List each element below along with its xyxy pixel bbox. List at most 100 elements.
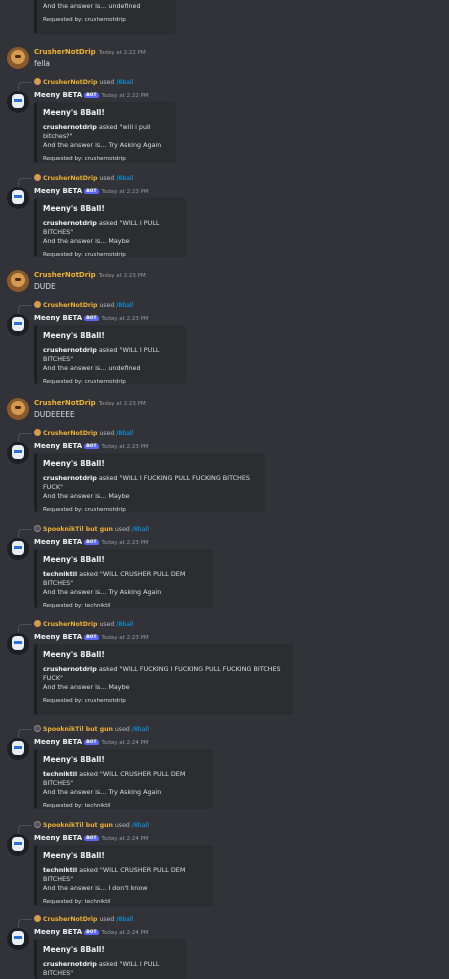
embed-title: Meeny's 8Ball! (43, 851, 105, 860)
message-embed-partial: And the answer is... undefined Requested… (34, 0, 176, 34)
embed-answer: And the answer is... undefined (43, 364, 141, 372)
message-author[interactable]: CrusherNotDrip (34, 271, 96, 279)
embed-answer: And the answer is... undefined (43, 2, 141, 10)
embed-answer: And the answer is... Try Asking Again (43, 141, 162, 149)
reply-avatar (34, 429, 41, 436)
reply-used-text: used (114, 726, 130, 733)
embed-asker: crushernotdrip (43, 960, 97, 968)
avatar[interactable] (7, 834, 29, 856)
message-author[interactable]: Meeny BETA (34, 633, 82, 641)
reply-username[interactable]: CrusherNotDrip (43, 621, 97, 628)
avatar[interactable] (7, 270, 29, 292)
message-author[interactable]: Meeny BETA (34, 187, 82, 195)
embed-asker: techniktil (43, 866, 78, 874)
bot-tag: BOT (84, 444, 99, 449)
embed-asker: techniktil (43, 770, 78, 778)
avatar[interactable] (7, 47, 29, 69)
embed-title: Meeny's 8Ball! (43, 555, 105, 564)
message-author[interactable]: Meeny BETA (34, 538, 82, 546)
slash-command-link[interactable]: /8ball (116, 430, 133, 437)
reply-reference[interactable]: SpooknikTil but gun used /8ball (18, 725, 149, 738)
reply-username[interactable]: SpooknikTil but gun (43, 822, 113, 829)
message-timestamp: Today at 2:24 PM (101, 836, 149, 842)
embed-asker: crushernotdrip (43, 346, 97, 354)
message-author[interactable]: CrusherNotDrip (34, 48, 96, 56)
avatar[interactable] (7, 187, 29, 209)
message-embed: Meeny's 8Ball! crushernotdrip asked "WIL… (34, 453, 265, 513)
reply-reference[interactable]: SpooknikTil but gun used /8ball (18, 821, 149, 834)
message-content: DUDE (34, 282, 56, 291)
embed-footer: Requested by: techniktil (43, 603, 111, 609)
bot-tag: BOT (84, 740, 99, 745)
embed-title: Meeny's 8Ball! (43, 204, 105, 213)
message-embed: Meeny's 8Ball! crushernotdrip asked "WIL… (34, 198, 186, 258)
message-content: DUDEEEEE (34, 410, 75, 419)
slash-command-link[interactable]: /8ball (116, 79, 133, 86)
embed-title: Meeny's 8Ball! (43, 650, 105, 659)
avatar[interactable] (7, 314, 29, 336)
slash-command-link[interactable]: /8ball (116, 621, 133, 628)
slash-command-link[interactable]: /8ball (116, 916, 133, 923)
message-timestamp: Today at 2:23 PM (101, 635, 149, 641)
reply-avatar (34, 301, 41, 308)
embed-title: Meeny's 8Ball! (43, 331, 105, 340)
embed-asker: crushernotdrip (43, 474, 97, 482)
embed-answer: And the answer is... Maybe (43, 683, 130, 691)
slash-command-link[interactable]: /8ball (132, 726, 149, 733)
reply-reference[interactable]: SpooknikTil but gun used /8ball (18, 525, 149, 538)
message-embed: Meeny's 8Ball! crushernotdrip asked "WIL… (34, 644, 294, 715)
reply-username[interactable]: CrusherNotDrip (43, 916, 97, 923)
avatar[interactable] (7, 398, 29, 420)
reply-avatar (34, 78, 41, 85)
message-timestamp: Today at 2:23 PM (101, 189, 149, 195)
embed-asker: crushernotdrip (43, 123, 97, 131)
embed-answer: And the answer is... Maybe (43, 237, 130, 245)
reply-reference[interactable]: CrusherNotDrip used /8ball (18, 620, 133, 633)
embed-answer: And the answer is... Try Asking Again (43, 788, 162, 796)
bot-tag: BOT (84, 540, 99, 545)
message-author[interactable]: Meeny BETA (34, 928, 82, 936)
message-timestamp: Today at 2:23 PM (98, 273, 146, 279)
avatar[interactable] (7, 442, 29, 464)
avatar[interactable] (7, 633, 29, 655)
reply-username[interactable]: CrusherNotDrip (43, 79, 97, 86)
reply-username[interactable]: CrusherNotDrip (43, 430, 97, 437)
avatar[interactable] (7, 91, 29, 113)
message-author[interactable]: CrusherNotDrip (34, 399, 96, 407)
reply-avatar (34, 620, 41, 627)
message-timestamp: Today at 2:24 PM (101, 740, 149, 746)
reply-reference[interactable]: CrusherNotDrip used /8ball (18, 915, 133, 928)
embed-footer: Requested by: crushernotdrip (43, 156, 126, 162)
reply-reference[interactable]: CrusherNotDrip used /8ball (18, 429, 133, 442)
avatar[interactable] (7, 538, 29, 560)
reply-username[interactable]: CrusherNotDrip (43, 302, 97, 309)
embed-title: Meeny's 8Ball! (43, 459, 105, 468)
reply-username[interactable]: CrusherNotDrip (43, 175, 97, 182)
slash-command-link[interactable]: /8ball (132, 822, 149, 829)
message-embed: Meeny's 8Ball! techniktil asked "WILL CR… (34, 549, 214, 609)
message-author[interactable]: Meeny BETA (34, 738, 82, 746)
avatar[interactable] (7, 928, 29, 950)
reply-reference[interactable]: CrusherNotDrip used /8ball (18, 78, 133, 91)
embed-footer: Requested by: crushernotdrip (43, 379, 126, 385)
message-timestamp: Today at 2:23 PM (101, 444, 149, 450)
message-author[interactable]: Meeny BETA (34, 314, 82, 322)
message-author[interactable]: Meeny BETA (34, 91, 82, 99)
message-author[interactable]: Meeny BETA (34, 442, 82, 450)
reply-reference[interactable]: CrusherNotDrip used /8ball (18, 174, 133, 187)
avatar[interactable] (7, 738, 29, 760)
reply-used-text: used (99, 916, 115, 923)
reply-avatar (34, 725, 41, 732)
message-author[interactable]: Meeny BETA (34, 834, 82, 842)
reply-username[interactable]: SpooknikTil but gun (43, 526, 113, 533)
message-timestamp: Today at 2:23 PM (101, 540, 149, 546)
embed-footer: Requested by: crushernotdrip (43, 507, 126, 513)
slash-command-link[interactable]: /8ball (116, 175, 133, 182)
reply-username[interactable]: SpooknikTil but gun (43, 726, 113, 733)
reply-reference[interactable]: CrusherNotDrip used /8ball (18, 301, 133, 314)
reply-avatar (34, 525, 41, 532)
slash-command-link[interactable]: /8ball (116, 302, 133, 309)
reply-used-text: used (99, 175, 115, 182)
message-content: fella (34, 59, 51, 68)
slash-command-link[interactable]: /8ball (132, 526, 149, 533)
